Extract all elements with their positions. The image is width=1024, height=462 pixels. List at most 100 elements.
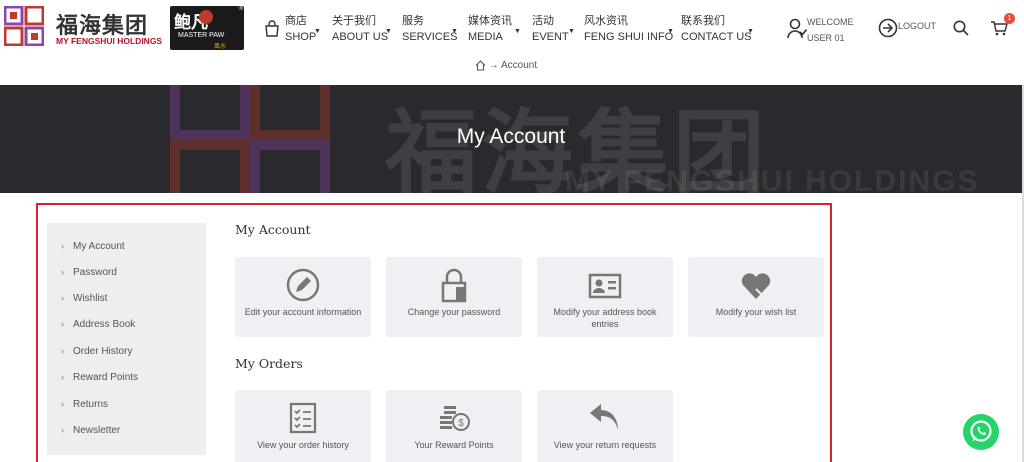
nav-services-cn: 服务: [402, 14, 424, 27]
sidebar-item-label: Order History: [73, 346, 133, 357]
nav-services-en: SERVICES: [402, 31, 458, 43]
address-book-card[interactable]: Modify your address book entries: [537, 257, 673, 337]
partner-logo-emblem-icon: [199, 10, 213, 24]
search-icon[interactable]: [953, 20, 969, 36]
chevron-down-icon: ▼: [451, 28, 458, 35]
welcome-line1: WELCOME: [807, 17, 854, 27]
order-history-card[interactable]: View your order history: [235, 390, 371, 462]
nav-about-en: ABOUT US: [332, 31, 389, 43]
nav-shop-en: SHOP: [285, 31, 317, 43]
shopping-bag-icon: [265, 20, 279, 37]
registered-mark: ®: [238, 6, 243, 12]
partner-logo[interactable]: 鲍凡 MASTER PAW 風水 ®: [170, 6, 244, 50]
nav-services[interactable]: 服务 SERVICES: [402, 12, 457, 46]
nav-contact[interactable]: 联系我们 CONTACT US: [681, 12, 752, 46]
nav-media-cn: 媒体资讯: [468, 14, 512, 27]
sidebar-item-wishlist[interactable]: › Wishlist: [61, 293, 107, 304]
chevron-right-icon: ›: [61, 293, 64, 303]
page-title: My Account: [456, 125, 566, 148]
chevron-down-icon: ▼: [514, 28, 521, 35]
sidebar-item-order-history[interactable]: › Order History: [61, 346, 132, 357]
card-label: Edit your account information: [244, 307, 362, 317]
nav-about-cn: 关于我们: [332, 14, 376, 27]
sidebar-item-reward-points[interactable]: › Reward Points: [61, 372, 138, 383]
breadcrumb-separator: →: [488, 60, 499, 72]
return-arrow-icon: [590, 404, 618, 430]
home-icon[interactable]: [475, 60, 486, 71]
site-logo[interactable]: 福海集团 MY FENGSHUI HOLDINGS: [4, 6, 162, 48]
breadcrumb-current[interactable]: Account: [501, 60, 537, 71]
sidebar-item-label: My Account: [73, 241, 125, 252]
chevron-right-icon: ›: [61, 346, 64, 356]
banner-watermark-en: MY FENGSHUI HOLDINGS: [565, 165, 980, 193]
welcome-line2: USER 01: [807, 33, 845, 43]
svg-text:$: $: [458, 418, 464, 429]
sidebar-item-label: Reward Points: [73, 372, 139, 383]
chevron-right-icon: ›: [61, 241, 64, 251]
address-card-icon: [588, 273, 622, 299]
nav-shop-cn: 商店: [285, 14, 307, 27]
sidebar-item-label: Wishlist: [73, 293, 108, 304]
sidebar-item-password[interactable]: › Password: [61, 267, 117, 278]
nav-event[interactable]: 活动 EVENT: [532, 12, 569, 46]
partner-logo-english: MASTER PAW: [178, 32, 225, 39]
return-requests-card[interactable]: View your return requests: [537, 390, 673, 462]
breadcrumb: → Account: [475, 60, 537, 71]
sidebar-item-returns[interactable]: › Returns: [61, 399, 108, 410]
reward-points-card[interactable]: $ Your Reward Points: [386, 390, 522, 462]
sidebar-item-my-account[interactable]: › My Account: [61, 241, 125, 252]
sidebar-item-label: Newsletter: [73, 425, 121, 436]
change-password-card[interactable]: Change your password: [386, 257, 522, 337]
edit-account-card[interactable]: Edit your account information: [235, 257, 371, 337]
card-label: Change your password: [407, 307, 501, 317]
cart-count-badge: 1: [1004, 13, 1015, 24]
chevron-right-icon: ›: [61, 372, 64, 382]
whatsapp-chat-button[interactable]: [963, 414, 999, 450]
logout-icon: [878, 18, 898, 38]
card-label: View your order history: [257, 440, 349, 450]
page-banner: 福海集团 MY FENGSHUI HOLDINGS My Account: [0, 85, 1022, 193]
card-label: View your return requests: [553, 440, 657, 450]
chevron-right-icon: ›: [61, 319, 64, 329]
chevron-right-icon: ›: [61, 425, 64, 435]
nav-fengshui-en: FENG SHUI INFO: [584, 31, 674, 43]
sidebar-item-label: Address Book: [73, 319, 136, 330]
lock-icon: [441, 268, 467, 303]
sidebar-item-newsletter[interactable]: › Newsletter: [61, 425, 120, 436]
heart-icon: [741, 273, 771, 299]
nav-fengshui-cn: 风水资讯: [584, 14, 628, 27]
logo-english-text: MY FENGSHUI HOLDINGS: [56, 36, 163, 46]
sidebar-item-label: Returns: [73, 399, 109, 410]
card-label: Your Reward Points: [414, 440, 494, 450]
user-check-icon: [787, 18, 807, 39]
checklist-icon: [289, 402, 317, 434]
chevron-down-icon: ▼: [568, 28, 575, 35]
card-label: Modify your wish list: [715, 307, 797, 317]
nav-shop[interactable]: 商店 SHOP: [285, 12, 316, 46]
logout-label: LOGOUT: [898, 21, 937, 31]
chevron-down-icon: ▼: [314, 28, 321, 35]
my-account-heading: My Account: [235, 222, 311, 237]
wish-list-card[interactable]: Modify your wish list: [688, 257, 824, 337]
welcome-text: WELCOME USER 01: [807, 14, 854, 46]
site-header: 福海集团 MY FENGSHUI HOLDINGS 鲍凡 MASTER PAW …: [0, 0, 1024, 56]
edit-pencil-icon: [286, 268, 320, 302]
sidebar-item-address-book[interactable]: › Address Book: [61, 319, 135, 330]
account-sidebar: › My Account › Password › Wishlist › Address…: [47, 223, 206, 455]
nav-contact-en: CONTACT US: [681, 31, 752, 43]
chevron-down-icon: ▼: [667, 28, 674, 35]
chevron-right-icon: ›: [61, 267, 64, 277]
chevron-down-icon: ▼: [747, 28, 754, 35]
nav-media[interactable]: 媒体资讯 MEDIA: [468, 12, 512, 46]
nav-about[interactable]: 关于我们 ABOUT US: [332, 12, 388, 46]
nav-event-en: EVENT: [532, 31, 569, 43]
sidebar-item-label: Password: [73, 267, 117, 278]
nav-contact-cn: 联系我们: [681, 14, 725, 27]
chevron-down-icon: ▼: [385, 28, 392, 35]
nav-media-en: MEDIA: [468, 31, 503, 43]
chevron-right-icon: ›: [61, 399, 64, 409]
partner-logo-sub: 風水: [214, 44, 227, 50]
card-label: Modify your address book entries: [553, 307, 657, 329]
my-orders-heading: My Orders: [235, 356, 303, 371]
nav-fengshui-info[interactable]: 风水资讯 FENG SHUI INFO: [584, 12, 673, 46]
